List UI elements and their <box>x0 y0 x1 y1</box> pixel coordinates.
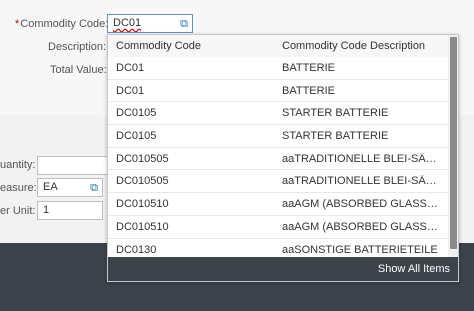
commodity-code-suggestions-popup: Commodity Code Commodity Code Descriptio… <box>107 34 459 282</box>
suggestion-row[interactable]: DC0105 STARTER BATTERIE <box>108 125 448 148</box>
suggestion-code: DC0105 <box>116 107 157 120</box>
suggestion-code: DC010510 <box>116 198 169 211</box>
quantity-label: uantity: <box>0 159 36 171</box>
commodity-code-label: *Commodity Code: <box>15 18 109 30</box>
column-header-description: Commodity Code Description <box>282 40 426 52</box>
value-help-icon[interactable]: ⧉ <box>180 18 188 30</box>
column-header-commodity-code: Commodity Code <box>116 40 201 52</box>
suggestion-row[interactable]: DC0105 STARTER BATTERIE <box>108 102 448 126</box>
suggestion-description: BATTERIE <box>282 84 335 97</box>
suggestion-description: STARTER BATTERIE <box>282 107 389 120</box>
show-all-items-button[interactable]: Show All Items <box>378 263 450 275</box>
suggestion-row[interactable]: DC010505 aaTRADITIONELLE BLEI-SÄURE... <box>108 147 448 171</box>
suggestions-scrollbar[interactable] <box>448 35 458 257</box>
unit-of-measure-value: EA <box>43 181 58 193</box>
suggestion-row[interactable]: DC010510 aaAGM (ABSORBED GLASS MA... <box>108 215 448 239</box>
suggestion-code: DC01 <box>116 84 145 97</box>
suggestion-code: DC0105 <box>116 130 157 143</box>
suggestion-row[interactable]: DC010510 aaAGM (ABSORBED GLASS MA... <box>108 193 448 216</box>
commodity-code-input[interactable]: DC01 ⧉ <box>107 14 193 33</box>
per-unit-input[interactable]: 1 <box>37 201 103 220</box>
suggestion-description: BATTERIE <box>282 62 335 74</box>
suggestions-footer: Show All Items <box>108 257 458 281</box>
unit-of-measure-label: easure: <box>0 182 37 194</box>
suggestion-row[interactable]: DC01 BATTERIE <box>108 57 448 80</box>
suggestions-header: Commodity Code Commodity Code Descriptio… <box>108 35 448 58</box>
quantity-input[interactable] <box>37 156 113 175</box>
suggestion-description: aaTRADITIONELLE BLEI-SÄURE... <box>282 175 440 188</box>
suggestion-description: STARTER BATTERIE <box>282 130 389 143</box>
suggestion-description: aaTRADITIONELLE BLEI-SÄURE... <box>282 152 440 165</box>
suggestion-code: DC0130 <box>116 243 157 256</box>
suggestion-code: DC010505 <box>116 175 169 188</box>
required-marker: * <box>15 18 20 30</box>
suggestion-code: DC010510 <box>116 220 169 233</box>
suggestion-description: aaSONSTIGE BATTERIETEILE <box>282 243 438 256</box>
suggestion-code: DC01 <box>116 62 145 74</box>
unit-of-measure-input[interactable]: EA ⧉ <box>37 178 103 197</box>
suggestions-list: DC01 BATTERIE DC01 BATTERIE DC0105 STARTER … <box>108 57 448 281</box>
per-unit-label: er Unit: <box>0 205 36 217</box>
commodity-code-value: DC01 <box>113 17 142 29</box>
total-value-label: Total Value: <box>50 64 107 76</box>
suggestion-row[interactable]: DC010505 aaTRADITIONELLE BLEI-SÄURE... <box>108 170 448 194</box>
suggestion-row[interactable]: DC01 BATTERIE <box>108 79 448 103</box>
per-unit-value: 1 <box>43 204 50 216</box>
suggestion-description: aaAGM (ABSORBED GLASS MA... <box>282 220 440 233</box>
description-label: Description: <box>48 41 107 53</box>
suggestion-description: aaAGM (ABSORBED GLASS MA... <box>282 198 440 211</box>
scrollbar-thumb[interactable] <box>450 37 457 249</box>
value-help-icon[interactable]: ⧉ <box>90 182 98 194</box>
suggestion-code: DC010505 <box>116 152 169 165</box>
